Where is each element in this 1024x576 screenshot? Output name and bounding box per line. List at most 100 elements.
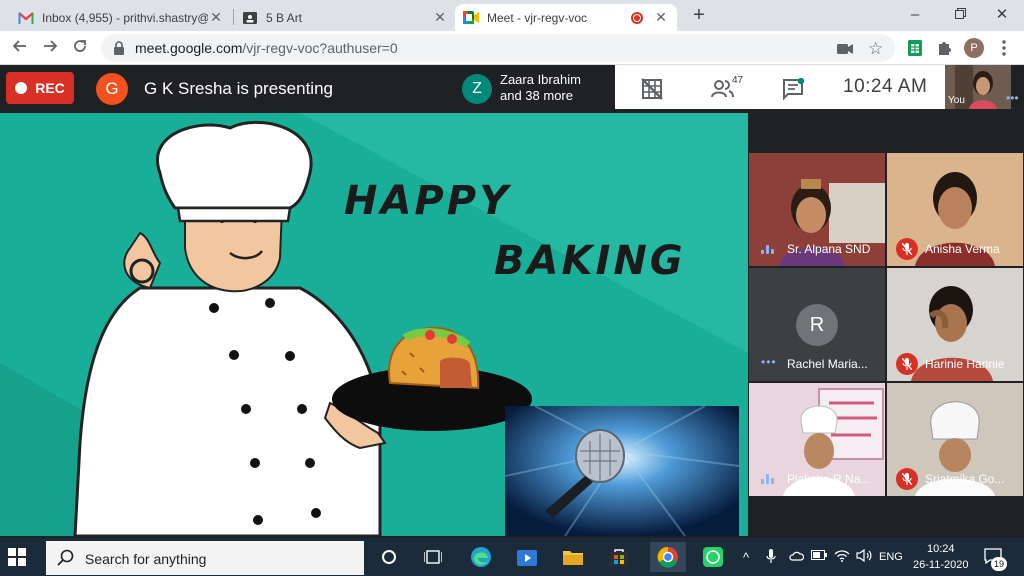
search-placeholder: Search for anything <box>85 551 207 567</box>
self-more-icon[interactable]: ••• <box>1006 91 1019 105</box>
close-tab-icon[interactable]: ✕ <box>432 9 448 26</box>
taskbar-date[interactable]: 26-11-2020 <box>913 559 968 571</box>
notification-name: Zaara Ibrahim <box>500 72 581 87</box>
url-path: /vjr-regv-voc?authuser=0 <box>242 40 398 56</box>
record-dot-icon <box>15 82 28 94</box>
grid-view-off-icon[interactable] <box>640 77 664 101</box>
restore-icon <box>954 8 966 19</box>
windows-taskbar: Search for anything ^ ENG 10:24 26-11-20… <box>0 538 1024 576</box>
mic-off-icon <box>896 238 918 260</box>
participant-name: Plaksha R Na... <box>787 472 871 486</box>
participant-tile[interactable]: Anisha Verma <box>887 153 1023 266</box>
reload-button[interactable] <box>70 38 90 58</box>
volume-icon[interactable] <box>856 548 872 565</box>
participant-count: 47 <box>732 75 744 86</box>
speaking-indicator-icon <box>761 474 775 484</box>
slide-title-line2: BAKING <box>494 238 686 284</box>
input-language[interactable]: ENG <box>879 551 903 563</box>
participant-grid: Sr. Alpana SND Anisha Verma R ••• Rachel… <box>748 113 1024 536</box>
participant-notification[interactable]: Z Zaara Ibrahim and 38 more <box>455 65 615 113</box>
tab-title: Meet - vjr-regv-voc <box>487 10 588 25</box>
meet-top-bar: REC G G K Sresha is presenting Z Zaara I… <box>0 65 1024 113</box>
minimize-button[interactable]: – <box>893 0 937 30</box>
browser-toolbar: meet.google.com/vjr-regv-voc?authuser=0 … <box>0 31 1024 65</box>
participant-name: Rachel Maria... <box>787 357 868 371</box>
taskbar-time[interactable]: 10:24 <box>927 543 955 555</box>
participant-name: Harinie Harinie <box>925 357 1005 371</box>
more-options-icon[interactable]: ••• <box>761 355 777 369</box>
meeting-clock: 10:24 AM <box>843 76 928 97</box>
task-view-icon[interactable] <box>418 542 448 572</box>
participant-tile[interactable]: R ••• Rachel Maria... <box>749 268 885 381</box>
classroom-icon <box>242 11 258 25</box>
address-bar[interactable]: meet.google.com/vjr-regv-voc?authuser=0 … <box>101 34 895 62</box>
restore-button[interactable] <box>938 0 982 30</box>
close-tab-icon[interactable]: ✕ <box>653 9 669 26</box>
tab-meet[interactable]: Meet - vjr-regv-voc ✕ <box>455 4 677 31</box>
back-button[interactable] <box>10 38 30 58</box>
menu-kebab-icon[interactable] <box>994 38 1014 58</box>
microphone-tray-icon[interactable] <box>766 549 776 567</box>
self-view-tile[interactable]: You <box>945 65 1011 109</box>
whatsapp-icon[interactable] <box>698 542 728 572</box>
mic-off-icon <box>896 353 918 375</box>
microphone-image <box>505 406 739 536</box>
close-tab-icon[interactable]: ✕ <box>208 9 224 26</box>
participant-tile[interactable]: Sr. Alpana SND <box>749 153 885 266</box>
recording-badge[interactable]: REC <box>6 72 74 104</box>
participant-tile[interactable]: Sriatmika Go... <box>887 383 1023 496</box>
edge-icon[interactable] <box>466 542 496 572</box>
notification-count-badge: 19 <box>991 557 1007 571</box>
back-arrow-icon <box>12 40 26 52</box>
reload-icon <box>74 40 86 52</box>
extensions-puzzle-icon[interactable] <box>934 38 954 58</box>
rec-label: REC <box>35 80 65 96</box>
participant-name: Anisha Verma <box>925 242 1000 256</box>
chat-icon[interactable] <box>781 77 805 101</box>
participant-avatar: R <box>796 304 838 346</box>
presenting-text: G K Sresha is presenting <box>144 79 333 98</box>
participant-avatar: Z <box>462 74 492 104</box>
sheets-extension-icon[interactable] <box>905 38 925 58</box>
profile-avatar[interactable]: P <box>964 38 984 58</box>
lock-icon <box>113 41 125 60</box>
notification-more: and 38 more <box>500 88 573 103</box>
store-icon[interactable] <box>604 542 634 572</box>
forward-button[interactable] <box>40 38 60 58</box>
tab-title: 5 B Art <box>266 10 303 25</box>
taskbar-search-box[interactable]: Search for anything <box>46 541 364 575</box>
tray-overflow-icon[interactable]: ^ <box>743 550 749 565</box>
url-text: meet.google.com/vjr-regv-voc?authuser=0 <box>135 40 398 56</box>
onedrive-icon[interactable] <box>788 550 805 564</box>
forward-arrow-icon <box>44 40 58 52</box>
windows-start-icon[interactable] <box>8 548 26 566</box>
presenter-avatar: G <box>96 73 128 105</box>
cortana-icon[interactable] <box>374 542 404 572</box>
mic-off-icon <box>896 468 918 490</box>
meet-controls-bar: 47 10:24 AM <box>615 65 945 109</box>
tab-gmail[interactable]: Inbox (4,955) - prithvi.shastry@sc ✕ <box>10 4 232 31</box>
search-icon <box>57 549 74 566</box>
self-label: You <box>948 95 965 106</box>
slide-title-line1: HAPPY <box>344 178 512 224</box>
speaking-indicator-icon <box>761 244 775 254</box>
participant-name: Sriatmika Go... <box>925 472 1005 486</box>
gmail-icon <box>18 11 34 25</box>
participant-tile[interactable]: Harinie Harinie <box>887 268 1023 381</box>
tab-title: Inbox (4,955) - prithvi.shastry@sc <box>42 10 208 25</box>
recording-indicator-icon <box>631 11 643 24</box>
wifi-icon[interactable] <box>834 549 850 565</box>
browser-tab-strip: Inbox (4,955) - prithvi.shastry@sc ✕ 5 B… <box>0 0 1024 31</box>
file-explorer-icon[interactable] <box>558 542 588 572</box>
meet-icon <box>463 11 479 25</box>
close-window-button[interactable]: ✕ <box>980 0 1024 30</box>
tab-5b-art[interactable]: 5 B Art ✕ <box>234 4 456 31</box>
new-tab-button[interactable]: + <box>688 4 710 26</box>
url-host: meet.google.com <box>135 40 243 56</box>
battery-icon[interactable] <box>811 550 827 563</box>
camera-icon[interactable] <box>837 42 853 60</box>
participant-tile[interactable]: Plaksha R Na... <box>749 383 885 496</box>
media-player-icon[interactable] <box>512 542 542 572</box>
chrome-icon[interactable] <box>650 542 686 572</box>
bookmark-star-icon[interactable]: ☆ <box>868 39 883 59</box>
